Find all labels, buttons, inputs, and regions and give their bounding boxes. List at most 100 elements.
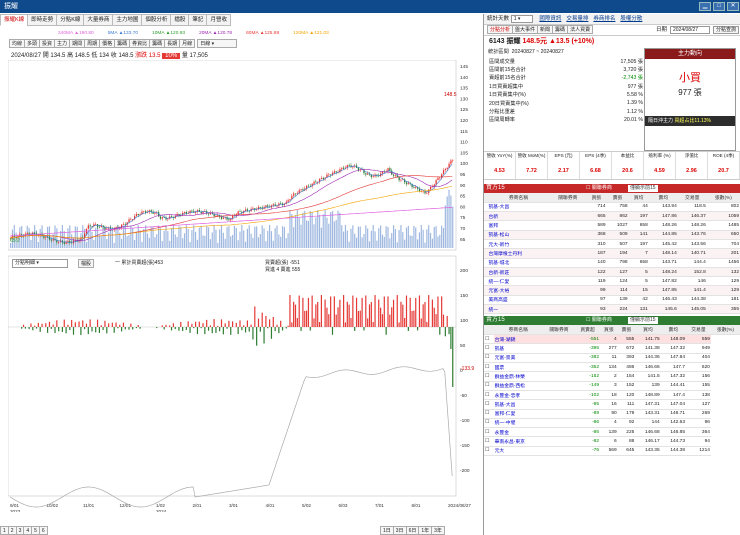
buy-filter-select[interactable]: 僅顯示前15 [628,185,658,192]
column-header[interactable]: 券商名稱 [487,193,550,203]
broker-row[interactable]: ☐ 華南永昌-東京 -82 6 88 146.17 144.73 94 [484,436,740,447]
right-tab[interactable]: 股權分散 [620,14,642,25]
broker-row[interactable]: 美商高盛 97 139 42 146.43 144.38 181 [484,295,740,306]
row-checkbox[interactable]: ☐ [484,371,494,382]
column-header[interactable]: 買均 [635,325,661,336]
sub-tab[interactable]: 籌碼 [552,25,569,34]
chart-tool-button[interactable]: 期間 [69,39,86,48]
sub-tab[interactable]: 盤大事件 [512,25,539,34]
broker-row[interactable]: ☐ 富邦-仁愛 -89 90 179 143.31 146.71 269 [484,409,740,419]
page-button[interactable]: 6 [38,526,48,535]
main-tab[interactable]: 大量券商 [83,14,114,26]
broker-row[interactable]: ☐ 元大 -76 569 645 143.35 144.38 1214 [484,446,740,457]
chart-tool-button[interactable]: 投資 [39,39,56,48]
stock-chart[interactable]: 145 140 135 130 125 120 115 110 105 100 95 90 85 80 75… [8,60,478,512]
broker-row[interactable]: 台灣摩根士丹利 187 194 7 148.14 140.71 201 [484,248,740,259]
row-checkbox[interactable]: ☐ [484,418,494,429]
range-button[interactable]: 1年 [418,526,433,535]
main-tab[interactable]: 振耀K線 [0,14,29,26]
chart-tool-button[interactable]: 主力 [54,39,71,48]
chart-tool-button[interactable]: 券資比 [129,39,151,48]
days-select[interactable]: 1 ▾ [510,15,533,23]
main-tab[interactable]: 個股分析 [141,14,172,26]
main-tab[interactable]: 筆記 [188,14,208,26]
main-tab[interactable]: 即時走勢 [27,14,58,26]
row-checkbox[interactable]: ☐ [484,390,494,401]
broker-row[interactable]: ☐ 國票 -352 134 486 146.66 147.7 620 [484,362,740,373]
chart-tool-button[interactable]: 多頭 [24,39,41,48]
row-checkbox[interactable]: ☐ [484,334,494,345]
broker-row[interactable]: ☐ 統一-中壢 -86 4 92 144 142.63 96 [484,418,740,429]
main-tab[interactable]: 月營收 [206,14,231,26]
chart-tool-button[interactable]: 長期 [164,39,181,48]
broker-row[interactable]: ☐ 永豐金-忠孝 -102 18 120 148.89 147.4 138 [484,390,740,401]
row-checkbox[interactable]: ☐ [484,427,494,438]
maximize-button[interactable]: □ [713,2,725,11]
main-tab[interactable]: 分點K線 [56,14,85,26]
column-header[interactable] [484,325,494,336]
row-checkbox[interactable]: ☐ [484,353,494,364]
row-checkbox[interactable]: ☐ [484,446,494,457]
broker-row[interactable]: 台新-新莊 122 127 5 148.24 152.8 132 [484,267,740,278]
broker-row[interactable]: ☐ 凱基 -395 277 672 141.38 147.32 949 [484,343,740,354]
column-header[interactable]: 賣張 [617,325,636,336]
column-header[interactable]: 買賣超 [575,325,601,336]
broker-row[interactable]: ☐ 凱基-大昌 -95 16 111 147.31 147.04 127 [484,399,740,410]
broker-row[interactable]: ☐ 元富-景美 -382 11 393 144.36 147.84 404 [484,353,740,364]
sub-tab[interactable]: 法人買賣 [567,25,594,34]
broker-row[interactable]: ☐ 群益金鼎-林榮 -152 2 154 141.5 147.32 156 [484,371,740,382]
right-tab[interactable]: 券商排名 [593,14,615,25]
broker-row[interactable]: ☐ 永豐金 -86 139 225 146.68 146.85 364 [484,427,740,438]
broker-row[interactable]: 元大-新竹 310 507 197 145.42 143.56 704 [484,239,740,250]
broker-row[interactable]: 富邦 589 1027 658 148.26 148.26 1485 [484,220,740,231]
main-tab[interactable]: 檔股 [170,14,190,26]
sub-chart-button[interactable]: 檔股 [78,259,95,268]
column-header[interactable]: 張數(%) [706,193,740,203]
column-header[interactable]: 張數(%) [710,325,740,336]
broker-row[interactable]: ☐ 群益金鼎-西松 -149 3 152 139 144.41 155 [484,381,740,391]
broker-row[interactable]: 台新 665 862 197 147.86 146.37 1059 [484,211,740,222]
column-header[interactable]: 券商名稱 [493,325,543,336]
chart-tool-button[interactable]: 月線 [179,39,196,48]
broker-row[interactable]: 統一 93 224 131 145.6 145.05 355 [484,304,740,315]
close-button[interactable]: ✕ [727,2,739,11]
range-button[interactable]: 3年 [431,526,445,535]
row-checkbox[interactable]: ☐ [484,362,494,373]
column-header[interactable]: 賣均 [660,325,686,336]
right-tab[interactable]: 交易量排 [566,14,588,25]
sub-chart-select[interactable]: 分點明細 ▾ [12,259,68,268]
broker-row[interactable]: 凱基-城北 140 798 658 143.71 144.4 1456 [484,258,740,268]
main-tab[interactable]: 主力地圖 [112,14,143,26]
broker-row[interactable]: ☐ 台灣-湖錦 -551 4 555 141.75 148.09 559 [484,334,740,345]
chart-tool-button[interactable]: 價格 [99,39,116,48]
minimize-button[interactable]: ▁ [699,2,711,11]
column-header[interactable]: 買張 [600,325,618,336]
broker-row[interactable]: 元富-大裕 99 114 15 147.85 141.4 129 [484,285,740,296]
sub-tab[interactable]: 新聞 [537,25,554,34]
broker-row[interactable]: 統一-仁愛 119 124 5 147.82 146 129 [484,276,740,287]
sub-tab[interactable]: 分點分析 [487,25,514,34]
broker-row[interactable]: 凱基-松山 368 509 141 144.85 143.76 650 [484,230,740,241]
broker-row[interactable]: 凱基-大昌 714 758 44 143.94 118.5 802 [484,202,740,213]
chart-tool-button[interactable]: 籌碼 [114,39,131,48]
range-button[interactable]: 3日 [392,526,407,535]
range-button[interactable]: 6日 [405,526,420,535]
column-header[interactable]: 買均 [628,193,649,203]
right-tab[interactable]: 國際資訊 [539,14,561,25]
row-checkbox[interactable]: ☐ [484,436,494,447]
column-header[interactable]: 關聯券商 [549,193,587,203]
chart-tool-button[interactable]: 均線 [9,39,26,48]
date-picker[interactable]: 2024/08/27 [670,26,710,34]
lookup-button[interactable]: 分點查詢 [713,26,740,34]
column-header[interactable]: 買張 [586,193,607,203]
period-select[interactable]: 日線 ▾ [197,39,238,48]
column-header[interactable]: 交易量 [685,325,711,336]
column-header[interactable]: 關聯券商 [542,325,576,336]
column-header[interactable]: 交易量 [677,193,707,203]
column-header[interactable]: 賣均 [648,193,678,203]
range-button[interactable]: 1日 [380,526,394,535]
chart-tool-button[interactable]: 籌碼 [149,39,166,48]
row-checkbox[interactable]: ☐ [484,343,494,354]
row-checkbox[interactable]: ☐ [484,399,494,410]
row-checkbox[interactable]: ☐ [484,381,494,391]
